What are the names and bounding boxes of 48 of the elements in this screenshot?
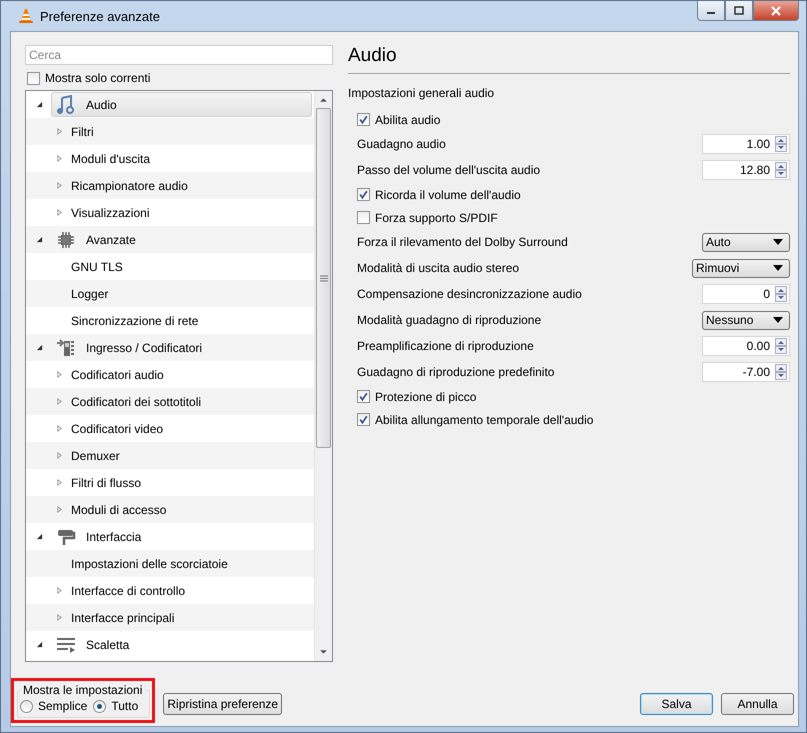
save-button[interactable]: Salva: [640, 693, 713, 715]
tree-item[interactable]: Interfaccia: [51, 524, 312, 549]
cancel-button[interactable]: Annulla: [721, 693, 794, 715]
checkbox-label: Abilita allungamento temporale dell'audio: [375, 412, 594, 426]
setting-label: Modalità di uscita audio stereo: [357, 261, 520, 275]
search-field[interactable]: Cerca: [25, 45, 333, 65]
tree-item[interactable]: Moduli d'uscita: [71, 152, 150, 166]
tree-item[interactable]: Visualizzazioni: [71, 206, 150, 220]
tree-item[interactable]: Logger: [71, 286, 108, 300]
checkbox-label: Mostra solo correnti: [45, 71, 150, 85]
dropdown[interactable]: Rimuovi: [692, 258, 790, 278]
spin-box[interactable]: 0.00: [702, 336, 790, 356]
checkbox-label: Ricorda il volume dell'audio: [375, 188, 521, 202]
tree-item[interactable]: Sincronizzazione di rete: [71, 314, 198, 328]
section-label: Impostazioni generali audio: [348, 86, 496, 100]
tree-item[interactable]: Interfacce di controllo: [71, 584, 186, 598]
setting-label: Guadagno di riproduzione predefinito: [357, 365, 556, 379]
tree-item[interactable]: Demuxer: [71, 448, 120, 462]
checkbox-label: Forza supporto S/PDIF: [375, 210, 498, 224]
tree-item[interactable]: GNU TLS: [71, 260, 123, 274]
tree-item[interactable]: Filtri di flusso: [71, 476, 142, 490]
tree-item[interactable]: Codificatori audio: [71, 368, 164, 382]
window-title: Preferenze avanzate: [40, 8, 161, 24]
spin-box[interactable]: 1.00: [702, 134, 790, 154]
checkbox-label: Abilita audio: [375, 112, 440, 126]
group-title: Mostra le impostazioni: [22, 683, 144, 697]
tree-item[interactable]: Filtri: [71, 124, 94, 138]
tree-item[interactable]: Moduli di accesso: [71, 502, 166, 516]
checkbox-label: Protezione di picco: [375, 390, 476, 404]
spin-box[interactable]: 12.80: [702, 160, 790, 180]
setting-label: Preamplificazione di riproduzione: [357, 339, 535, 353]
setting-label: Compensazione desincronizzazione audio: [357, 287, 583, 301]
dropdown[interactable]: Nessuno: [702, 310, 790, 330]
spin-box[interactable]: -7.00: [702, 362, 790, 382]
tree-item[interactable]: Codificatori video: [71, 422, 164, 436]
setting-label: Guadagno audio: [357, 137, 447, 151]
radio-label: Semplice: [38, 699, 88, 713]
setting-label: Modalità guadagno di riproduzione: [357, 313, 542, 327]
radio-label: Tutto: [111, 699, 138, 713]
tree-item[interactable]: Audio: [51, 92, 312, 117]
reset-button[interactable]: Ripristina preferenze: [163, 693, 282, 715]
setting-label: Passo del volume dell'uscita audio: [357, 163, 542, 177]
setting-label: Forza il rilevamento del Dolby Surround: [357, 235, 569, 249]
dropdown[interactable]: Auto: [702, 232, 790, 252]
spin-box[interactable]: 0: [702, 284, 790, 304]
tree-item[interactable]: Scaletta: [51, 632, 312, 657]
panel-title: Audio: [348, 45, 790, 74]
tree-item[interactable]: Interfacce principali: [71, 610, 174, 624]
